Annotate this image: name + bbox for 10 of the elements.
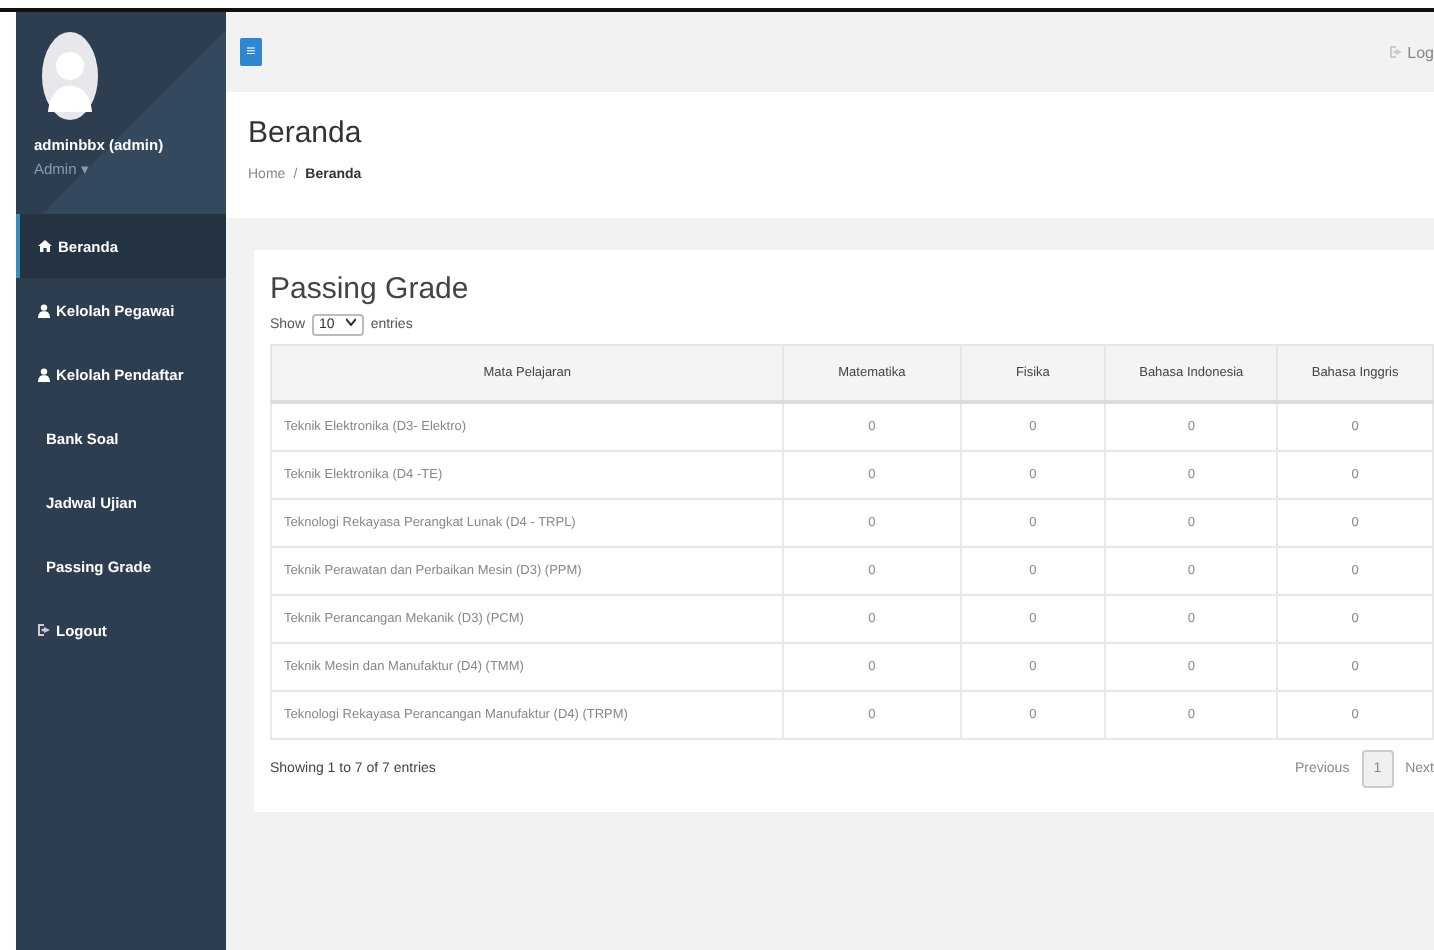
logout-icon [38,624,50,636]
caret-icon [346,318,357,326]
user-icon [38,367,50,381]
home-icon [38,240,52,252]
menu-button[interactable]: ≡ [240,38,262,66]
card-title: Passing Grade [270,272,471,306]
page-title: Beranda [248,116,364,150]
logout-icon [1389,46,1402,58]
avatar-icon [42,32,98,120]
user-icon [38,303,50,317]
